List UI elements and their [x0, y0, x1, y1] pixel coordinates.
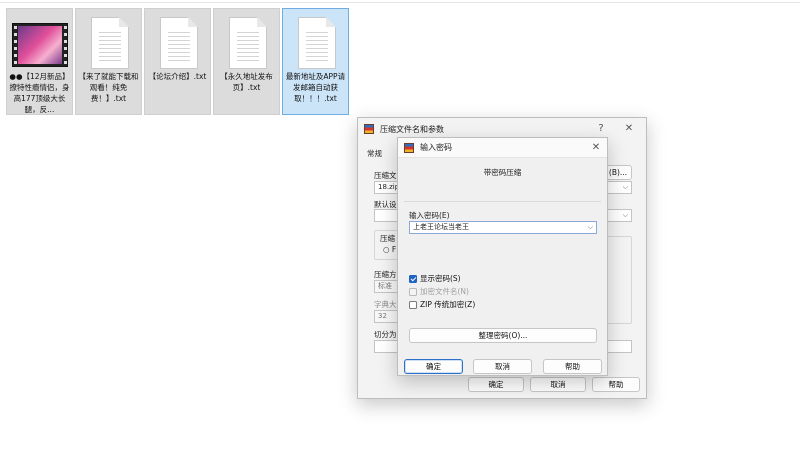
- show-password-checkbox[interactable]: 显示密码(S): [409, 273, 461, 284]
- password-dialog: 输入密码 ✕ 带密码压缩 输入密码(E) 上老王论坛当老王 ⌵ 显示密码(S) …: [397, 137, 608, 376]
- format-label: 压缩: [380, 234, 395, 243]
- file-txt-latest-address[interactable]: 最新地址及APP请发邮箱自动获取！！！.txt: [282, 8, 349, 115]
- file-name: 【来了就能下载和观看！纯免费！】.txt: [78, 72, 139, 103]
- checkbox-checked-icon: [409, 274, 417, 283]
- split-label: 切分为: [374, 330, 397, 339]
- winrar-app-icon: [364, 124, 374, 134]
- format-radio[interactable]: ○ F: [383, 245, 396, 254]
- archive-dialog-title: 压缩文件名和参数: [380, 124, 444, 134]
- text-file-icon: [293, 15, 340, 71]
- archive-help-button[interactable]: 帮助: [592, 377, 640, 392]
- file-video[interactable]: ●●【12月新品】撩特性瘾情侣，身高177顶级大长腿，反...: [6, 8, 73, 115]
- split-unit-field[interactable]: [604, 340, 632, 353]
- method-label: 压缩方: [374, 270, 397, 279]
- checkbox-icon: [409, 300, 417, 309]
- chevron-down-icon[interactable]: ⌵: [588, 222, 593, 233]
- text-file-icon: [155, 15, 202, 71]
- file-name: 【永久地址发布页】.txt: [220, 72, 273, 92]
- zip-legacy-checkbox[interactable]: ZIP 传统加密(Z): [409, 299, 475, 310]
- tab-general[interactable]: 常规: [367, 148, 382, 159]
- password-input[interactable]: 上老王论坛当老王 ⌵: [409, 221, 597, 234]
- close-icon[interactable]: ✕: [622, 122, 636, 136]
- help-icon[interactable]: ?: [594, 122, 608, 136]
- winrar-app-icon: [404, 142, 414, 153]
- chevron-down-icon[interactable]: ⌵: [623, 210, 628, 221]
- chevron-down-icon[interactable]: ⌵: [623, 182, 628, 193]
- dictionary-label: 字典大: [374, 300, 397, 309]
- file-name: 【论坛介绍】.txt: [148, 72, 207, 81]
- archive-name-label: 压缩文: [374, 171, 397, 180]
- text-file-icon: [86, 15, 133, 71]
- archive-cancel-button[interactable]: 取消: [530, 377, 586, 392]
- password-dialog-header: 带密码压缩: [483, 168, 522, 177]
- password-dialog-titlebar: 输入密码 ✕: [398, 138, 607, 158]
- file-txt-permanent-address[interactable]: 【永久地址发布页】.txt: [213, 8, 280, 115]
- file-txt-download[interactable]: 【来了就能下载和观看！纯免费！】.txt: [75, 8, 142, 115]
- encrypt-filenames-checkbox[interactable]: 加密文件名(N): [409, 286, 469, 297]
- options-groupbox: [604, 236, 632, 324]
- password-value: 上老王论坛当老王: [413, 223, 469, 231]
- window-top-border: [0, 2, 800, 3]
- file-name: 最新地址及APP请发邮箱自动获取！！！.txt: [285, 72, 346, 103]
- checkbox-icon: [409, 287, 417, 296]
- file-txt-forum-intro[interactable]: 【论坛介绍】.txt: [144, 8, 211, 115]
- organize-passwords-button[interactable]: 整理密码(O)...: [409, 328, 597, 343]
- zip-legacy-label: ZIP 传统加密(Z): [420, 300, 476, 309]
- divider: [404, 201, 601, 202]
- password-help-button[interactable]: 帮助: [543, 359, 602, 374]
- password-ok-button[interactable]: 确定: [404, 359, 463, 374]
- close-icon[interactable]: ✕: [589, 141, 603, 155]
- archive-ok-button[interactable]: 确定: [468, 377, 524, 392]
- password-dialog-title: 输入密码: [420, 143, 452, 152]
- show-password-label: 显示密码(S): [420, 274, 461, 283]
- video-thumbnail-icon: [12, 15, 68, 71]
- encrypt-filenames-label: 加密文件名(N): [420, 287, 469, 296]
- browse-button[interactable]: (B)...: [604, 165, 632, 180]
- text-file-icon: [224, 15, 271, 71]
- file-name: ●●【12月新品】撩特性瘾情侣，身高177顶级大长腿，反...: [9, 72, 70, 114]
- password-label: 输入密码(E): [409, 211, 450, 220]
- password-cancel-button[interactable]: 取消: [473, 359, 532, 374]
